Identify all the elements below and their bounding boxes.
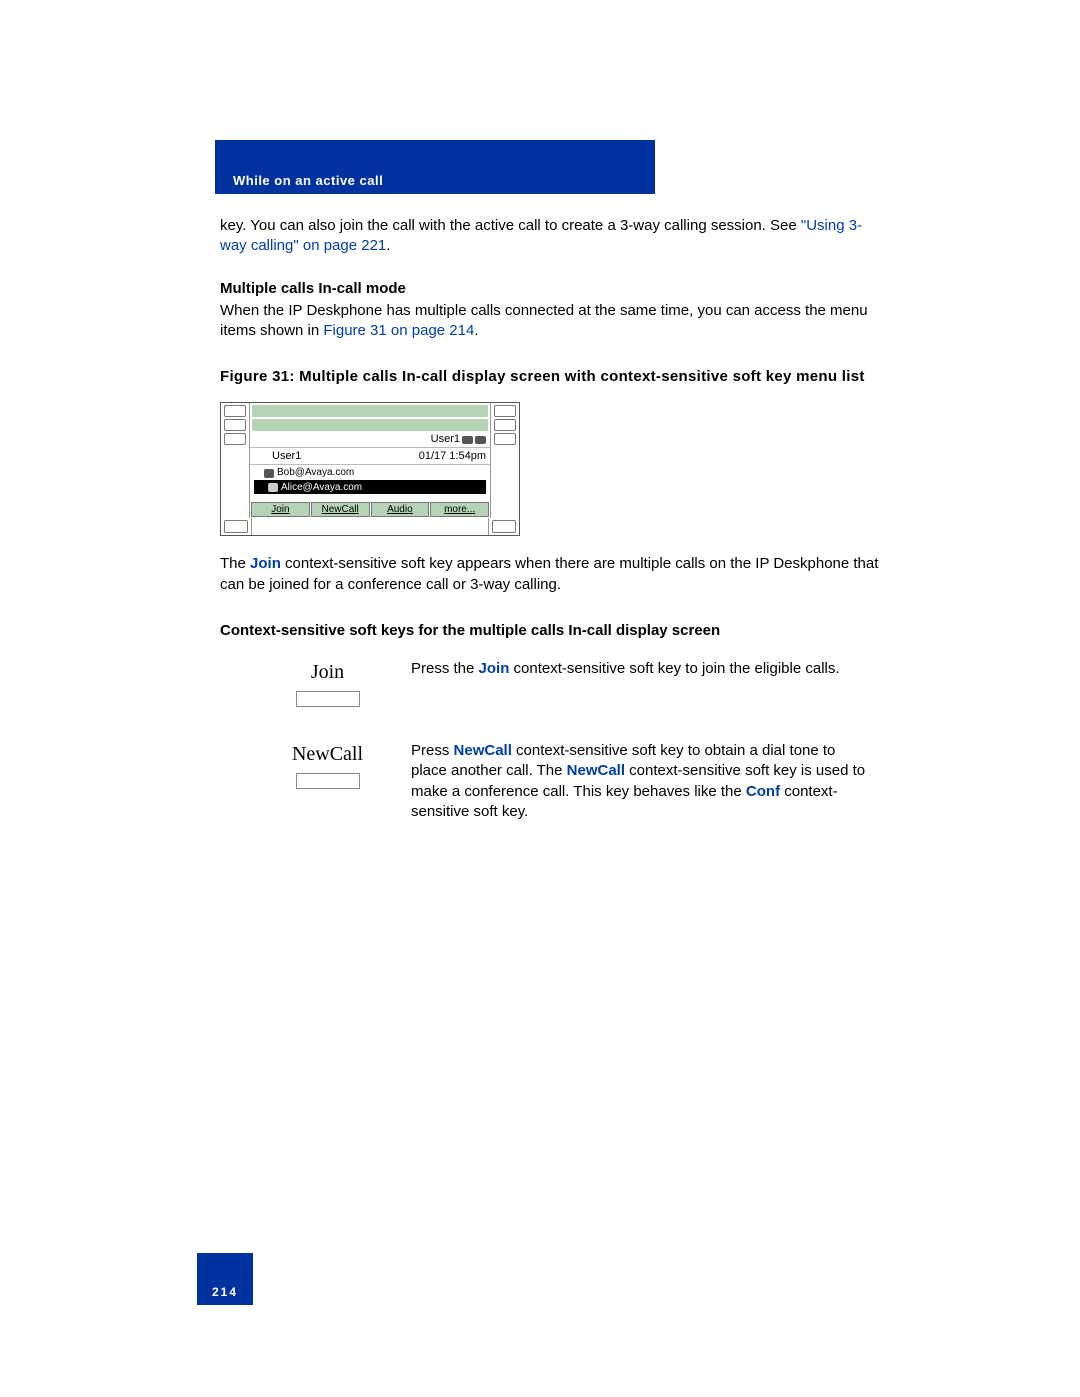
softkey-more[interactable]: more...: [430, 502, 489, 517]
side-button[interactable]: [494, 433, 516, 445]
desc-text: Press the: [411, 660, 479, 677]
desc-text: NewCall: [567, 762, 625, 779]
softkey-label: NewCall: [280, 741, 375, 768]
phone-screen-figure: User1 User1 01/17 1:54pm Bob@Avaya.com: [220, 402, 520, 537]
section1-text-2: .: [474, 322, 478, 339]
desc-text: NewCall: [454, 742, 512, 759]
side-button[interactable]: [494, 405, 516, 417]
softkey-physical[interactable]: [224, 520, 248, 533]
softkey-description-table: Join Press the Join context-sensitive so…: [280, 659, 885, 822]
page-number: 214: [212, 1285, 238, 1305]
header-banner: While on an active call: [215, 140, 655, 194]
softkey-label-cell: Join: [280, 659, 375, 707]
desc-text: context-sensitive soft key to join the e…: [509, 660, 839, 677]
softkey-audio[interactable]: Audio: [371, 502, 430, 517]
softkey-label: Join: [280, 659, 375, 686]
softkey-box-icon: [296, 691, 360, 707]
after-figure-paragraph: The Join context-sensitive soft key appe…: [220, 554, 885, 595]
bottom-key-row: [221, 518, 519, 535]
intro-paragraph: key. You can also join the call with the…: [220, 216, 885, 257]
softkey-newcall[interactable]: NewCall: [311, 502, 370, 517]
section1-link[interactable]: Figure 31 on page 214: [323, 322, 474, 339]
status-user: User1: [431, 432, 460, 447]
call-entry-selected: Alice@Avaya.com: [254, 480, 486, 495]
line-bar: [252, 419, 488, 431]
title-time: 01/17 1:54pm: [419, 449, 486, 464]
call-entry-label: Alice@Avaya.com: [281, 481, 362, 495]
side-button[interactable]: [224, 433, 246, 445]
right-side-keys: [491, 403, 519, 519]
footer-banner: 214: [197, 1253, 253, 1305]
af-text-2: context-sensitive soft key appears when …: [220, 555, 878, 592]
intro-text-2: .: [386, 237, 390, 254]
af-text-1: The: [220, 555, 250, 572]
section-heading-multiple-calls: Multiple calls In-call mode: [220, 279, 885, 299]
af-join-ref: Join: [250, 555, 281, 572]
desc-text: Press: [411, 742, 454, 759]
call-entry: Bob@Avaya.com: [250, 465, 490, 480]
page: While on an active call key. You can als…: [0, 0, 1080, 1397]
desc-text: Join: [479, 660, 510, 677]
softkey-row-newcall: NewCall Press NewCall context-sensitive …: [280, 741, 885, 822]
softkey-desc: Press the Join context-sensitive soft ke…: [411, 659, 885, 679]
phone-icon: [264, 469, 274, 478]
section1-body: When the IP Deskphone has multiple calls…: [220, 301, 885, 342]
softkey-row-join: Join Press the Join context-sensitive so…: [280, 659, 885, 707]
softkey-row: Join NewCall Audio more...: [250, 500, 490, 518]
status-line: User1: [250, 433, 490, 448]
softkey-desc: Press NewCall context-sensitive soft key…: [411, 741, 885, 822]
section-heading-softkeys: Context-sensitive soft keys for the mult…: [220, 621, 885, 641]
softkey-physical[interactable]: [492, 520, 516, 533]
intro-text-1: key. You can also join the call with the…: [220, 217, 801, 234]
side-button[interactable]: [494, 419, 516, 431]
title-user: User1: [254, 449, 301, 464]
softkey-label-cell: NewCall: [280, 741, 375, 789]
section1-text-1: When the IP Deskphone has multiple calls…: [220, 302, 868, 339]
side-button[interactable]: [224, 419, 246, 431]
phone-icon: [268, 483, 278, 492]
handset-icon: [462, 436, 473, 444]
softkey-box-icon: [296, 773, 360, 789]
line-bar: [252, 405, 488, 417]
title-line: User1 01/17 1:54pm: [250, 448, 490, 466]
speaker-icon: [475, 436, 486, 444]
side-button[interactable]: [224, 405, 246, 417]
left-side-keys: [221, 403, 249, 519]
header-title: While on an active call: [215, 173, 383, 194]
desc-text: Conf: [746, 783, 780, 800]
phone-display: User1 User1 01/17 1:54pm Bob@Avaya.com: [249, 403, 491, 519]
call-entry-label: Bob@Avaya.com: [277, 466, 354, 480]
softkey-join[interactable]: Join: [251, 502, 310, 517]
content-area: key. You can also join the call with the…: [205, 194, 900, 822]
figure-caption: Figure 31: Multiple calls In-call displa…: [220, 367, 885, 387]
